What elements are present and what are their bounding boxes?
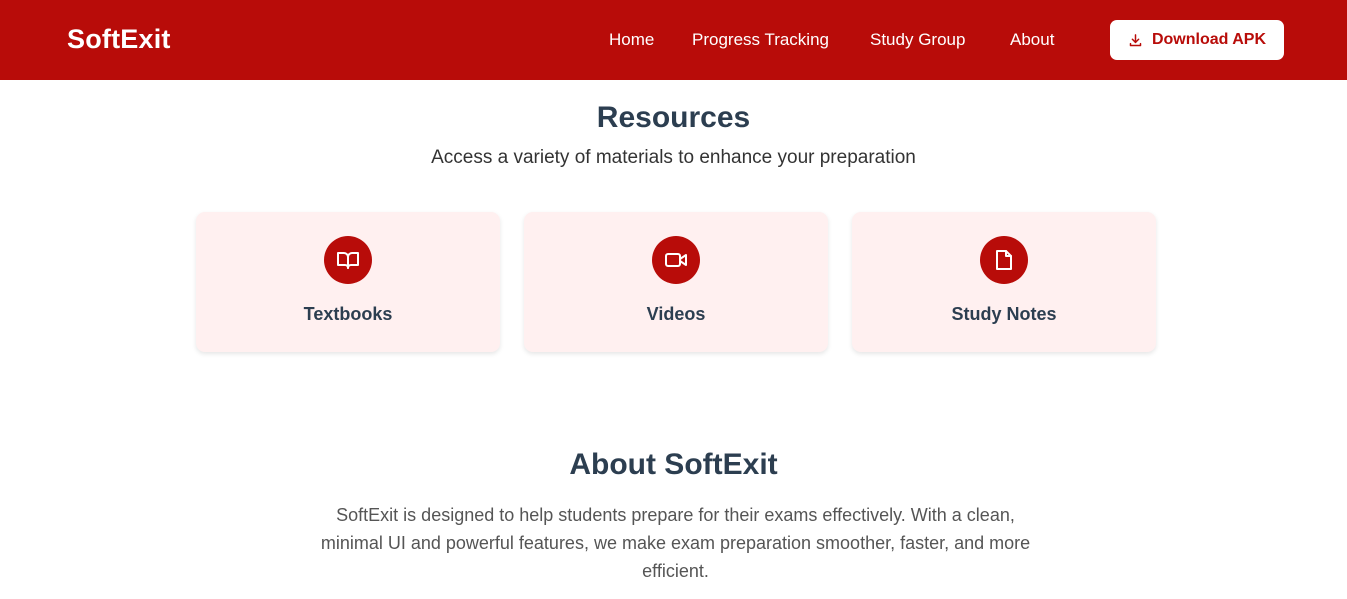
about-title: About SoftExit [569,448,778,481]
download-apk-label: Download APK [1151,31,1267,48]
resource-card-videos[interactable]: Videos [524,212,828,352]
resource-card-label: Videos [646,304,706,324]
navbar: SoftExit Home Progress Tracking Study Gr… [0,0,1347,80]
nav-link-about[interactable]: About [1010,29,1054,51]
nav-link-home[interactable]: Home [609,29,654,51]
download-apk-button[interactable]: Download APK [1110,20,1284,60]
resource-card-label: Study Notes [951,304,1057,324]
resource-card-label: Textbooks [303,304,393,324]
book-icon [324,236,372,284]
note-icon [980,236,1028,284]
download-icon [1128,33,1143,48]
resource-card-textbooks[interactable]: Textbooks [196,212,500,352]
resources-title: Resources [596,101,751,134]
resources-subtitle: Access a variety of materials to enhance… [431,147,916,168]
about-description: SoftExit is designed to help students pr… [320,505,1031,581]
video-icon [652,236,700,284]
logo[interactable]: SoftExit [67,22,171,56]
nav-link-study-group[interactable]: Study Group [870,29,965,51]
nav-link-progress-tracking[interactable]: Progress Tracking [692,29,829,51]
resource-card-study-notes[interactable]: Study Notes [852,212,1156,352]
